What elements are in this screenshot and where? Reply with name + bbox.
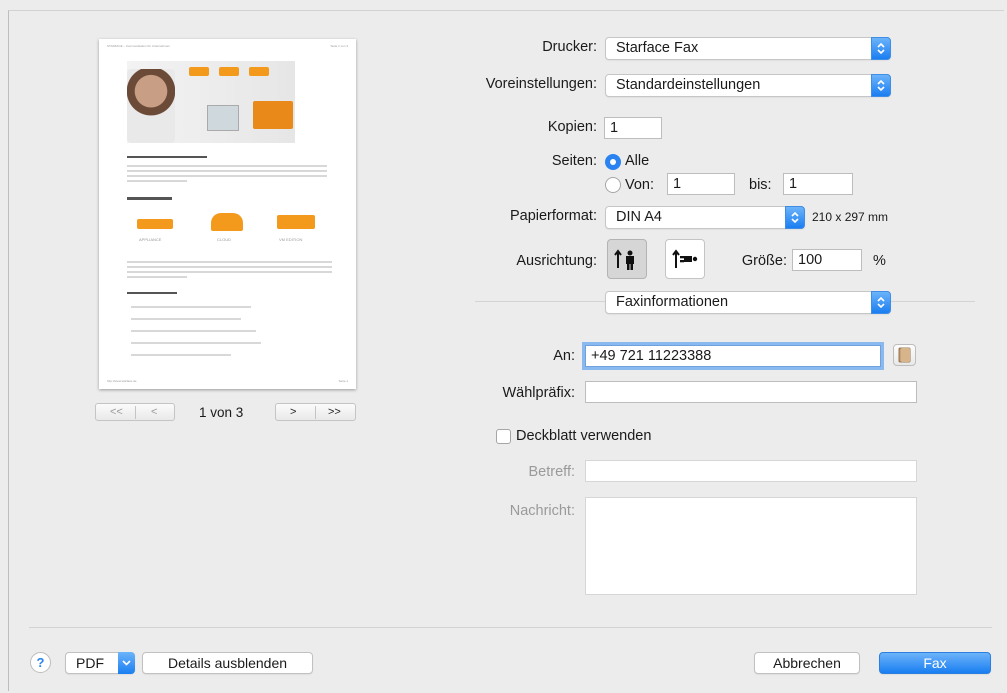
presets-label: Voreinstellungen:: [485, 76, 597, 92]
preview-back-buttons: << <: [95, 403, 175, 421]
cancel-button[interactable]: Abbrechen: [754, 652, 860, 674]
dial-prefix-field[interactable]: [585, 381, 917, 403]
cover-page-checkbox[interactable]: [496, 429, 511, 444]
scale-label: Größe:: [741, 253, 787, 269]
pages-to-field[interactable]: 1: [783, 173, 853, 195]
last-page-button[interactable]: >>: [328, 404, 341, 420]
preview-label-vm: VM EDITION: [279, 237, 303, 242]
first-page-button[interactable]: <<: [110, 404, 123, 420]
pages-all-label: Alle: [625, 153, 650, 169]
subject-label: Betreff:: [528, 464, 575, 480]
presets-value: Standardeinstellungen: [616, 77, 761, 93]
preview-label-appliance: APPLIANCE: [139, 237, 162, 242]
preview-cloud-badge: [249, 67, 269, 76]
pages-range-radio[interactable]: [605, 177, 621, 193]
address-book-button[interactable]: [893, 344, 916, 366]
printer-popup[interactable]: Starface Fax: [605, 37, 891, 60]
pdf-label: PDF: [76, 655, 104, 671]
preview-appliance-icon: [137, 219, 173, 229]
preview-forward-buttons: > >>: [275, 403, 356, 421]
scale-field[interactable]: 100: [792, 249, 862, 271]
preview-vm-icon: [277, 215, 315, 229]
help-button[interactable]: ?: [30, 652, 51, 673]
preview-header-right: Seite 1 von 3: [330, 44, 348, 48]
page-indicator: 1 von 3: [199, 405, 244, 420]
subject-field[interactable]: [585, 460, 917, 482]
paper-size-value: DIN A4: [616, 209, 662, 225]
next-page-button[interactable]: >: [290, 404, 296, 420]
pdf-menu-button[interactable]: PDF: [65, 652, 135, 674]
presets-popup[interactable]: Standardeinstellungen: [605, 74, 891, 97]
pages-label: Seiten:: [551, 153, 597, 169]
preview-cloud-badge: [189, 67, 209, 76]
chevron-down-icon: [118, 652, 135, 674]
preview-list-heading: [127, 292, 177, 294]
landscape-orientation-button[interactable]: [665, 239, 705, 279]
message-textarea[interactable]: [585, 497, 917, 595]
fax-number-field[interactable]: +49 721 11223388: [585, 345, 881, 367]
updown-arrows-icon: [785, 206, 805, 229]
copies-field[interactable]: 1: [604, 117, 662, 139]
copies-label: Kopien:: [547, 119, 597, 135]
preview-heading: [127, 156, 207, 158]
pages-from-field[interactable]: 1: [667, 173, 735, 195]
preview-cloud-badge: [219, 67, 239, 76]
hide-details-button[interactable]: Details ausblenden: [142, 652, 313, 674]
previous-page-button[interactable]: <: [151, 404, 157, 420]
printer-label: Drucker:: [542, 39, 597, 55]
preview-header-left: STARFACE – Kommunikation für Unternehmen: [107, 44, 170, 48]
pages-to-label: bis:: [749, 177, 772, 193]
section-popup[interactable]: Faxinformationen: [605, 291, 891, 314]
address-book-icon: [898, 347, 911, 363]
pages-from-label: Von:: [625, 177, 655, 193]
message-label: Nachricht:: [509, 503, 575, 519]
scale-unit: %: [873, 253, 886, 269]
preview-subheading: [127, 197, 172, 200]
printer-value: Starface Fax: [616, 40, 699, 56]
fax-to-label: An:: [553, 348, 575, 364]
footer-divider: [29, 627, 992, 628]
dial-prefix-label: Wählpräfix:: [502, 385, 575, 401]
section-popup-value: Faxinformationen: [616, 294, 729, 310]
preview-monitor-image: [207, 105, 239, 131]
landscape-orientation-icon: [672, 249, 698, 268]
preview-footer-left: http://www.starface.de: [107, 379, 137, 383]
preview-person-photo: [127, 69, 175, 143]
paper-size-label: Papierformat:: [509, 208, 597, 224]
fax-button[interactable]: Fax: [879, 652, 991, 674]
preview-cloud-icon: [211, 213, 243, 231]
orientation-label: Ausrichtung:: [516, 253, 597, 269]
preview-label-cloud: CLOUD: [217, 237, 232, 242]
preview-hero-image: [127, 61, 295, 143]
portrait-orientation-button[interactable]: [607, 239, 647, 279]
print-dialog: STARFACE – Kommunikation für Unternehmen…: [8, 10, 1004, 691]
print-preview-page: STARFACE – Kommunikation für Unternehmen…: [99, 39, 356, 389]
paper-size-popup[interactable]: DIN A4: [605, 206, 805, 229]
pages-all-radio[interactable]: [605, 154, 621, 170]
cover-page-label: Deckblatt verwenden: [516, 428, 652, 444]
preview-hardware-image: [253, 101, 293, 129]
updown-arrows-icon: [871, 291, 891, 314]
paper-dimensions: 210 x 297 mm: [812, 210, 889, 224]
updown-arrows-icon: [871, 74, 891, 97]
updown-arrows-icon: [871, 37, 891, 60]
portrait-orientation-icon: [614, 249, 634, 270]
preview-footer-right: Seite 1: [338, 379, 348, 383]
